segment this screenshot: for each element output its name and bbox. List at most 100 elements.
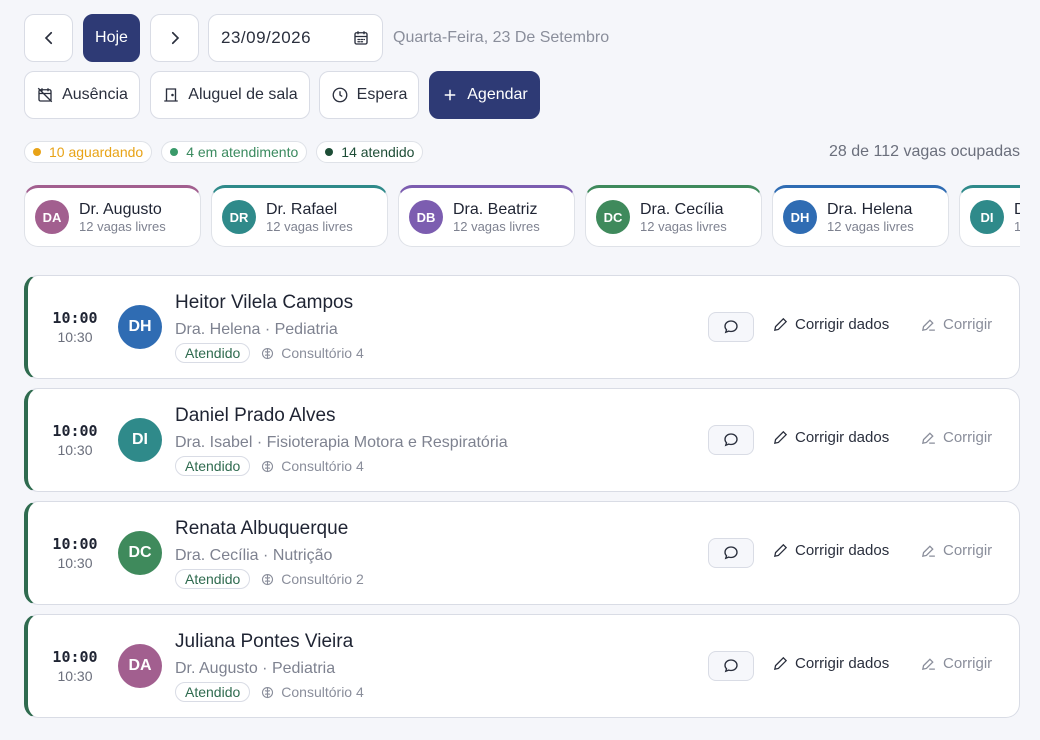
appointment-list: 10:00 10:30 DH Heitor Vilela Campos Dra.…: [24, 275, 1020, 727]
doctor-name: Dra. Cecília: [175, 547, 259, 564]
fix-button[interactable]: Corrigir: [920, 655, 992, 672]
message-button[interactable]: [708, 538, 754, 568]
room-name: Consultório 2: [281, 571, 364, 587]
fix-button[interactable]: Corrigir: [920, 542, 992, 559]
fix-data-label: Corrigir dados: [795, 429, 890, 446]
room-name: Consultório 4: [281, 345, 364, 361]
doctor-slots: 12 vagas livres: [640, 218, 727, 234]
appointment-info: Dr. Augusto · Pediatria: [175, 660, 335, 678]
start-time: 10:00: [52, 535, 98, 553]
pencil-icon: [774, 430, 788, 444]
edit-line-icon: [922, 319, 935, 331]
room-rent-button[interactable]: Aluguel de sala: [150, 71, 310, 119]
end-time: 10:30: [57, 555, 93, 571]
date-long-label: Quarta-Feira, 23 De Setembro: [393, 29, 610, 46]
start-time: 10:00: [52, 309, 98, 327]
wait-label: Espera: [356, 86, 408, 103]
room-rent-label: Aluguel de sala: [188, 86, 298, 103]
in-service-pill[interactable]: 4 em atendimento: [161, 141, 308, 163]
edit-line-icon: [922, 432, 935, 444]
doctor-avatar: DH: [783, 200, 817, 234]
chat-bubble-icon: [724, 433, 738, 447]
chat-bubble-icon: [724, 659, 738, 673]
waiting-label: 10 aguardando: [49, 144, 144, 160]
doctor-name: Dra. Isabel: [175, 434, 253, 451]
absence-button[interactable]: Ausência: [24, 71, 140, 119]
prev-day-button[interactable]: [24, 14, 73, 62]
room-name: Consultório 4: [281, 684, 364, 700]
doctor-slots: 12: [1014, 218, 1020, 234]
calendar-off-icon: [37, 87, 53, 103]
doctor-avatar: DI: [970, 200, 1004, 234]
appointment-card[interactable]: 10:00 10:30 DA Juliana Pontes Vieira Dr.…: [24, 614, 1020, 718]
doctor-avatar: DA: [35, 200, 69, 234]
pencil-icon: [774, 656, 788, 670]
end-time: 10:30: [57, 442, 93, 458]
start-time: 10:00: [52, 422, 98, 440]
calendar-icon[interactable]: [352, 29, 370, 47]
pencil-icon: [774, 543, 788, 557]
patient-name[interactable]: Juliana Pontes Vieira: [175, 631, 353, 653]
specialty: Fisioterapia Motora e Respiratória: [266, 434, 508, 451]
doctor-name: Dra. Helena: [827, 200, 913, 218]
message-button[interactable]: [708, 425, 754, 455]
clock-icon: [332, 87, 348, 103]
status-badge: Atendido: [175, 682, 251, 702]
fix-data-button[interactable]: Corrigir dados: [772, 429, 889, 446]
wait-button[interactable]: Espera: [319, 71, 419, 119]
specialty: Pediatria: [271, 660, 336, 677]
doctor-name: Dr. Augusto: [175, 660, 258, 677]
appointment-card[interactable]: 10:00 10:30 DC Renata Albuquerque Dra. C…: [24, 501, 1020, 605]
doctor-name: Dra. Beatriz: [453, 200, 538, 218]
patient-name[interactable]: Daniel Prado Alves: [175, 405, 336, 427]
fix-data-button[interactable]: Corrigir dados: [772, 542, 889, 559]
doctor-card[interactable]: DH Dra. Helena 12 vagas livres: [772, 185, 949, 247]
doctor-card[interactable]: DI D12: [959, 185, 1020, 247]
doctor-card[interactable]: DC Dra. Cecília 12 vagas livres: [585, 185, 762, 247]
today-button[interactable]: Hoje: [83, 14, 140, 62]
chat-bubble-icon: [724, 320, 738, 334]
appointment-time: 10:00 10:30: [50, 422, 100, 458]
patient-name[interactable]: Heitor Vilela Campos: [175, 292, 353, 314]
patient-name[interactable]: Renata Albuquerque: [175, 518, 348, 540]
doctor-card[interactable]: DR Dr. Rafael 12 vagas livres: [211, 185, 388, 247]
room-label: Consultório 2: [260, 571, 364, 587]
door-icon: [164, 88, 179, 102]
attended-label: 14 atendido: [341, 144, 415, 160]
pencil-icon: [774, 317, 788, 331]
waiting-dot: [33, 148, 41, 156]
date-input[interactable]: 23/09/2026: [208, 14, 383, 62]
separator: ·: [262, 660, 268, 677]
room-icon: [262, 460, 274, 472]
room-label: Consultório 4: [260, 345, 364, 361]
fix-button[interactable]: Corrigir: [920, 429, 992, 446]
waiting-pill[interactable]: 10 aguardando: [24, 141, 153, 163]
specialty: Pediatria: [274, 321, 338, 338]
fix-button[interactable]: Corrigir: [920, 316, 992, 333]
doctor-card[interactable]: DA Dr. Augusto 12 vagas livres: [24, 185, 201, 247]
appointment-info: Dra. Isabel · Fisioterapia Motora e Resp…: [175, 434, 508, 452]
fix-data-button[interactable]: Corrigir dados: [772, 316, 889, 333]
doctor-avatar: DC: [596, 200, 630, 234]
attended-pill[interactable]: 14 atendido: [316, 141, 424, 163]
appointment-time: 10:00 10:30: [50, 648, 100, 684]
message-button[interactable]: [708, 312, 754, 342]
doctor-name: Dr. Augusto: [79, 200, 162, 218]
start-time: 10:00: [52, 648, 98, 666]
next-day-button[interactable]: [150, 14, 199, 62]
message-button[interactable]: [708, 651, 754, 681]
doctor-avatar: DB: [409, 200, 443, 234]
fix-label: Corrigir: [943, 542, 993, 559]
status-badge: Atendido: [175, 343, 251, 363]
patient-avatar: DI: [118, 418, 162, 462]
separator: ·: [263, 547, 269, 564]
doctor-card[interactable]: DB Dra. Beatriz 12 vagas livres: [398, 185, 575, 247]
schedule-button[interactable]: Agendar: [429, 71, 540, 119]
appointment-card[interactable]: 10:00 10:30 DH Heitor Vilela Campos Dra.…: [24, 275, 1020, 379]
appointment-card[interactable]: 10:00 10:30 DI Daniel Prado Alves Dra. I…: [24, 388, 1020, 492]
fix-data-button[interactable]: Corrigir dados: [772, 655, 889, 672]
appointment-time: 10:00 10:30: [50, 309, 100, 345]
end-time: 10:30: [57, 329, 93, 345]
chevron-left-icon: [44, 31, 52, 45]
doctor-slots: 12 vagas livres: [453, 218, 540, 234]
